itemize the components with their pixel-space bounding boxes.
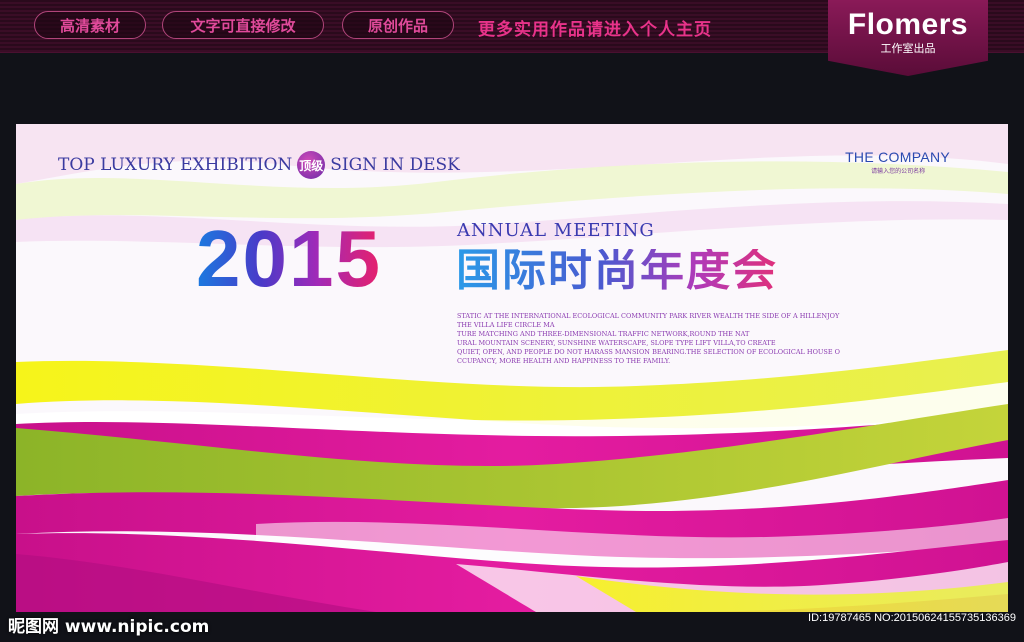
exhibition-banner: TOP LUXURY EXHIBITION 顶级 SIGN IN DESK TH…	[16, 124, 1008, 612]
brand-name: Flomers	[847, 8, 969, 41]
editable-text-pill[interactable]: 文字可直接修改	[162, 11, 324, 39]
ribbon-background	[16, 124, 1008, 612]
luxury-tagline: TOP LUXURY EXHIBITION 顶级 SIGN IN DESK	[58, 151, 460, 179]
homepage-promo-link[interactable]: 更多实用作品请进入个人主页	[478, 15, 712, 40]
brand-badge: Flomers 工作室出品	[828, 0, 988, 76]
event-title-cn: 国际时尚年度会	[456, 245, 778, 296]
description-line: URAL MOUNTAIN SCENERY, SUNSHINE WATERSCA…	[457, 339, 776, 347]
tagline-top: TOP LUXURY EXHIBITION	[58, 155, 293, 175]
description-line: STATIC AT THE INTERNATIONAL ECOLOGICAL C…	[457, 312, 840, 320]
brand-subtitle: 工作室出品	[880, 42, 936, 55]
description-line: QUIET, OPEN, AND PEOPLE DO NOT HARASS MA…	[457, 348, 840, 356]
hd-material-pill[interactable]: 高清素材	[34, 11, 146, 39]
description-line: CCUPANCY, MORE HEALTH AND HAPPINESS TO T…	[457, 357, 671, 365]
nipic-watermark: 昵图网 www.nipic.com	[8, 617, 210, 637]
company-name: THE COMPANY	[845, 149, 950, 165]
annual-meeting-heading: ANNUAL MEETING	[457, 220, 655, 241]
image-id: ID:19787465 NO:20150624155735136369	[808, 612, 1016, 624]
tagline-sign: SIGN IN DESK	[330, 155, 460, 175]
company-block: THE COMPANY 请输入您的公司名称	[845, 149, 950, 175]
top-level-badge: 顶级	[297, 151, 326, 179]
description-line: TURE MATCHING AND THREE-DIMENSIONAL TRAF…	[457, 330, 750, 338]
event-description: STATIC AT THE INTERNATIONAL ECOLOGICAL C…	[457, 312, 840, 366]
description-line: THE VILLA LIFE CIRCLE MA	[457, 321, 555, 329]
company-subtitle: 请输入您的公司名称	[871, 168, 926, 175]
event-year: 2015	[196, 214, 382, 303]
original-work-pill[interactable]: 原创作品	[342, 11, 454, 39]
